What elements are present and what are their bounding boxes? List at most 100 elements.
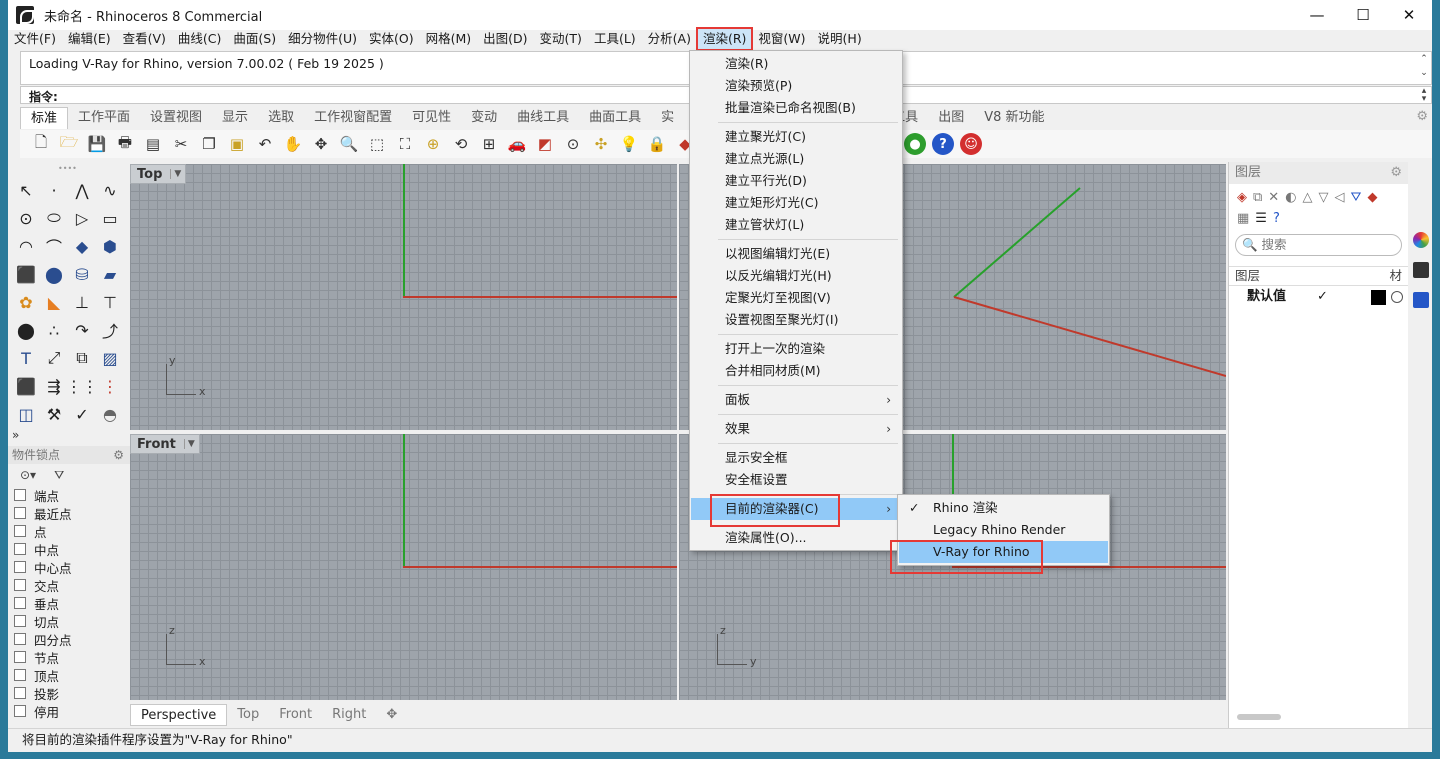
- snap-knot[interactable]: 节点: [8, 648, 130, 666]
- snap-near[interactable]: 最近点: [8, 504, 130, 522]
- menu-subd[interactable]: 细分物件(U): [282, 28, 363, 50]
- mesh-icon[interactable]: ▰: [96, 260, 124, 288]
- tab-select[interactable]: 选取: [258, 107, 304, 129]
- vptab-top[interactable]: Top: [227, 704, 269, 726]
- checkbox[interactable]: [14, 489, 26, 501]
- menu-render[interactable]: 渲染(R): [695, 27, 754, 51]
- layers-gear-icon[interactable]: ⚙: [1390, 162, 1402, 184]
- vptab-right[interactable]: Right: [322, 704, 376, 726]
- close-button[interactable]: ✕: [1386, 0, 1432, 30]
- menu-item-effects[interactable]: 效果 ›: [691, 418, 901, 440]
- chat-icon[interactable]: ☺: [960, 133, 982, 155]
- menu-view[interactable]: 查看(V): [117, 28, 172, 50]
- tab-v8-new[interactable]: V8 新功能: [974, 107, 1054, 129]
- menu-item-spot-to-view[interactable]: 定聚光灯至视图(V): [691, 287, 901, 309]
- boolean-icon[interactable]: ✿: [12, 288, 40, 316]
- chevron-down-icon[interactable]: ▼: [183, 439, 195, 449]
- material-circle-icon[interactable]: [1391, 291, 1403, 303]
- block-icon[interactable]: ⧉: [68, 344, 96, 372]
- move-up-icon[interactable]: △: [1303, 190, 1313, 205]
- renderer-vray[interactable]: V-Ray for Rhino: [899, 541, 1108, 563]
- move-parent-icon[interactable]: ◁: [1335, 190, 1345, 205]
- array-linear-icon[interactable]: ⇶: [40, 372, 68, 400]
- snap-perp[interactable]: 垂点: [8, 594, 130, 612]
- point-icon[interactable]: ·: [40, 176, 68, 204]
- render-object-icon[interactable]: ◓: [96, 400, 124, 428]
- menu-item-rect-light[interactable]: 建立矩形灯光(C): [691, 192, 901, 214]
- checkbox[interactable]: [14, 651, 26, 663]
- panel-grip-icon[interactable]: ••••: [58, 164, 77, 173]
- sphere-icon[interactable]: ⬤: [40, 260, 68, 288]
- menu-edit[interactable]: 编辑(E): [62, 28, 117, 50]
- menu-item-linear-light[interactable]: 建立管状灯(L): [691, 214, 901, 236]
- history-scrollbar[interactable]: ⌃ ⌄: [1417, 52, 1431, 84]
- menu-help[interactable]: 说明(H): [812, 28, 868, 50]
- circle-icon[interactable]: ⊙: [12, 204, 40, 232]
- layer-search-input[interactable]: 🔍 搜索: [1235, 234, 1402, 256]
- current-layer-check[interactable]: ✓: [1317, 286, 1328, 308]
- menu-item-render-properties[interactable]: 渲染属性(O)...: [691, 527, 901, 549]
- undo-icon[interactable]: ↶: [254, 133, 276, 155]
- hatch-icon[interactable]: ▨: [96, 344, 124, 372]
- menu-transform[interactable]: 变动(T): [534, 28, 588, 50]
- menu-item-render-preview[interactable]: 渲染预览(P): [691, 75, 901, 97]
- menu-item-edit-light-highlight[interactable]: 以反光编辑灯光(H): [691, 265, 901, 287]
- zoom-extents-icon[interactable]: ⛶: [394, 133, 416, 155]
- new-layer-icon[interactable]: ◈: [1237, 190, 1247, 205]
- menu-item-open-last-render[interactable]: 打开上一次的渲染: [691, 338, 901, 360]
- tools-icon[interactable]: ⚒: [40, 400, 68, 428]
- ellipse-icon[interactable]: ⬭: [40, 204, 68, 232]
- checkbox[interactable]: [14, 615, 26, 627]
- rotate-view-icon[interactable]: ✥: [310, 133, 332, 155]
- array-icon[interactable]: ⋮⋮: [66, 372, 98, 400]
- pan-hand-icon[interactable]: ✋: [282, 133, 304, 155]
- save-icon[interactable]: 💾: [86, 133, 108, 155]
- cylinder-icon[interactable]: ⛁: [68, 260, 96, 288]
- minimize-button[interactable]: —: [1294, 0, 1340, 30]
- help-icon[interactable]: ?: [932, 133, 954, 155]
- tab-standard[interactable]: 标准: [20, 107, 69, 129]
- arc-icon[interactable]: ◠: [12, 232, 40, 260]
- menu-file[interactable]: 文件(F): [8, 28, 62, 50]
- menu-item-edit-light-view[interactable]: 以视图编辑灯光(E): [691, 243, 901, 265]
- extrude-surface-icon[interactable]: ⬢: [96, 232, 124, 260]
- checkbox[interactable]: [14, 579, 26, 591]
- layer-list-icon[interactable]: ☰: [1255, 211, 1267, 226]
- checkbox[interactable]: [14, 669, 26, 681]
- menu-surface[interactable]: 曲面(S): [227, 28, 282, 50]
- layer-help-icon[interactable]: ?: [1273, 211, 1280, 226]
- checkbox[interactable]: [14, 597, 26, 609]
- renderer-rhino[interactable]: ✓ Rhino 渲染: [899, 497, 1108, 519]
- undo-view-icon[interactable]: ⟲: [450, 133, 472, 155]
- snap-intersection[interactable]: 交点: [8, 576, 130, 594]
- maximize-button[interactable]: ☐: [1340, 0, 1386, 30]
- checkbox[interactable]: [14, 633, 26, 645]
- move-down-icon[interactable]: ▽: [1319, 190, 1329, 205]
- menu-item-show-safe-frame[interactable]: 显示安全框: [691, 447, 901, 469]
- zoom-icon[interactable]: 🔍: [338, 133, 360, 155]
- chevron-down-icon[interactable]: ▼: [170, 169, 181, 179]
- snap-tan[interactable]: 切点: [8, 612, 130, 630]
- select-arrow-icon[interactable]: ↖: [12, 176, 40, 204]
- osnap-icon[interactable]: ⊙: [562, 133, 584, 155]
- new-sublayer-icon[interactable]: ⧉: [1253, 190, 1262, 205]
- material-icon[interactable]: ◩: [534, 133, 556, 155]
- menu-item-batch-render[interactable]: 批量渲染已命名视图(B): [691, 97, 901, 119]
- tab-surface-tools[interactable]: 曲面工具: [579, 107, 651, 129]
- menu-item-point-light[interactable]: 建立点光源(L): [691, 148, 901, 170]
- command-scroll[interactable]: ▴ ▾: [1417, 87, 1431, 104]
- gumball-icon[interactable]: ✣: [590, 133, 612, 155]
- display-icon[interactable]: [1413, 262, 1429, 278]
- layers-h-scrollbar[interactable]: [1237, 714, 1281, 720]
- menu-solid[interactable]: 实体(O): [363, 28, 420, 50]
- color-wheel-icon[interactable]: [1413, 232, 1429, 248]
- tab-solid-tools[interactable]: 实: [651, 107, 684, 129]
- tab-set-view[interactable]: 设置视图: [140, 107, 212, 129]
- layer-color-icon[interactable]: ◆: [1367, 190, 1377, 205]
- dimension-icon[interactable]: ⤢: [40, 344, 68, 372]
- snap-mid[interactable]: 中点: [8, 540, 130, 558]
- snap-disable[interactable]: 停用: [8, 702, 130, 720]
- checkbox[interactable]: [14, 561, 26, 573]
- menu-item-panels[interactable]: 面板 ›: [691, 389, 901, 411]
- layer-tools-icon[interactable]: ◐: [1285, 190, 1296, 205]
